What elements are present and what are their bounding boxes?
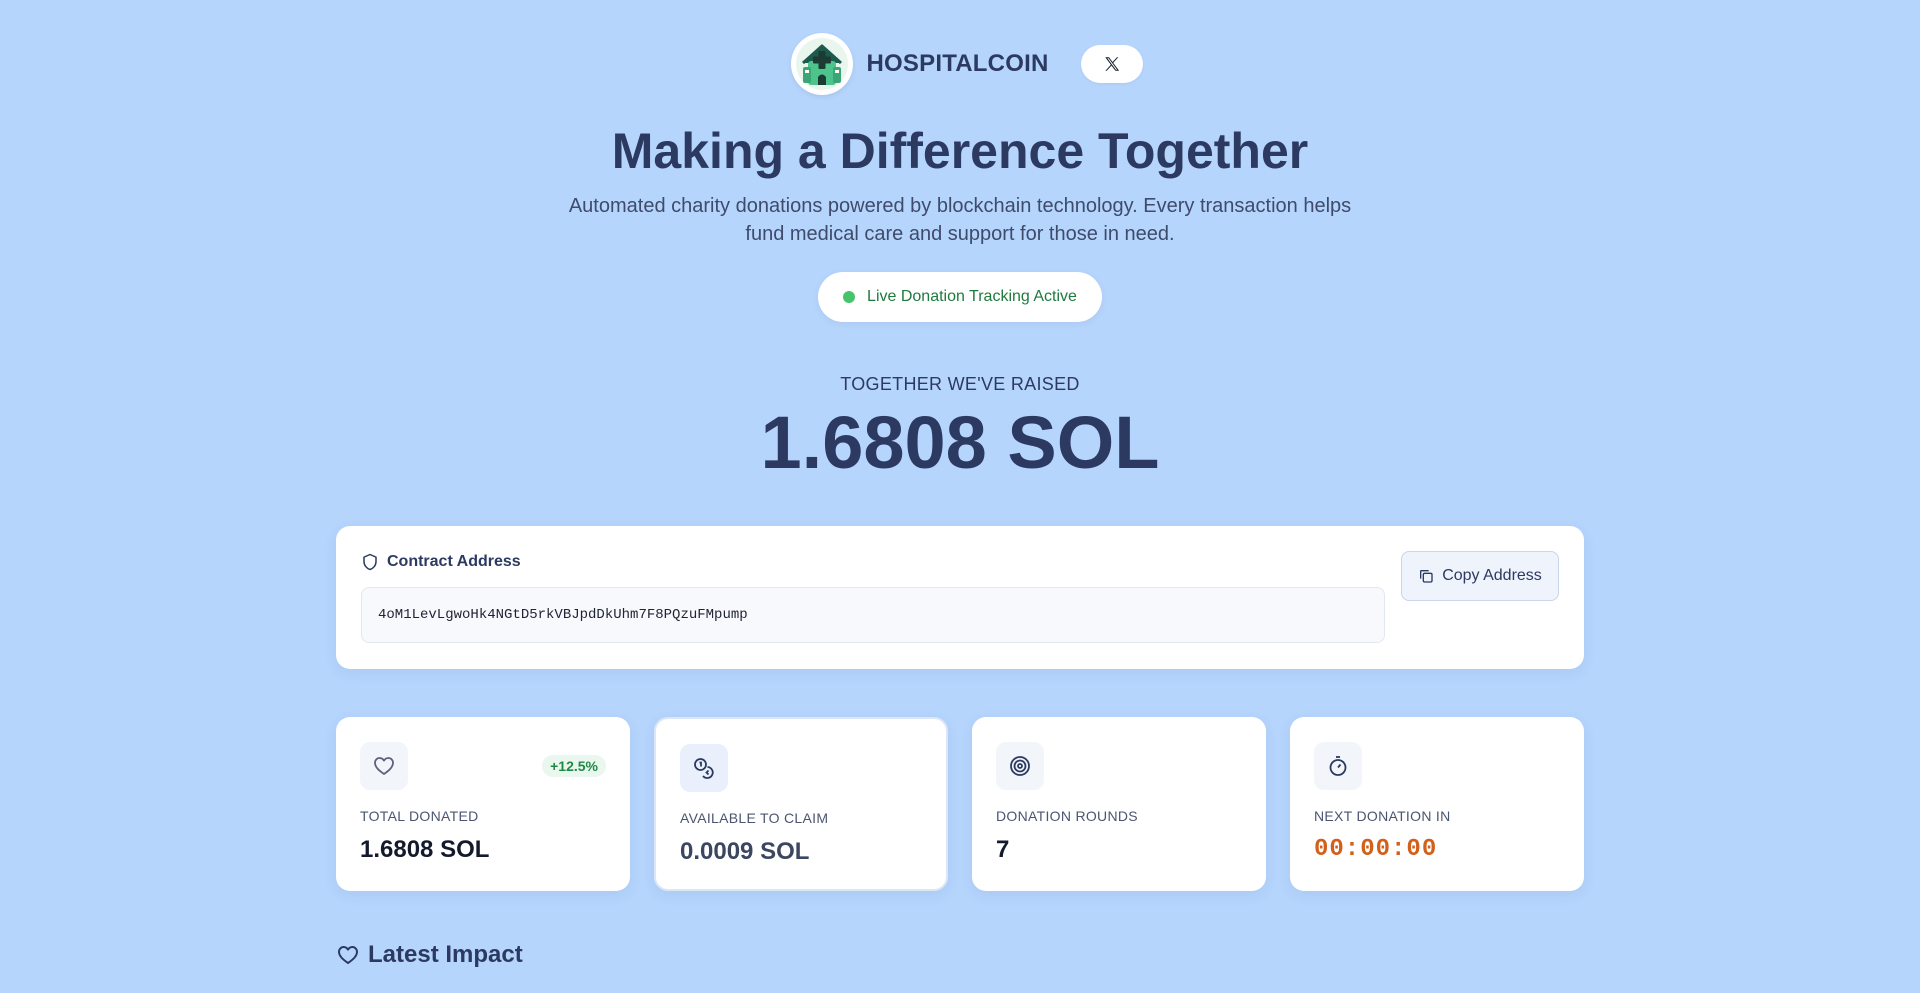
raised-label: TOGETHER WE'VE RAISED <box>840 374 1080 394</box>
copy-icon <box>1418 568 1434 584</box>
countdown-timer: 00:00:00 <box>1314 836 1438 863</box>
stat-label: AVAILABLE TO CLAIM <box>680 810 829 826</box>
stat-card-available-to-claim: AVAILABLE TO CLAIM 0.0009 SOL <box>654 717 948 891</box>
timer-icon <box>1314 742 1362 790</box>
contract-heading: Contract Address <box>361 553 521 571</box>
stat-value: 1.6808 SOL <box>360 836 490 863</box>
stat-label: DONATION ROUNDS <box>996 808 1138 824</box>
stat-card-next-donation: NEXT DONATION IN 00:00:00 <box>1290 717 1584 891</box>
contract-address-field[interactable]: 4oM1LevLgwoHk4NGtD5rkVBJpdDkUhm7F8PQzuFM… <box>361 587 1385 643</box>
live-status-text: Live Donation Tracking Active <box>867 288 1077 305</box>
x-logo-icon <box>1103 55 1121 73</box>
contract-heading-text: Contract Address <box>387 553 521 570</box>
stat-label: NEXT DONATION IN <box>1314 808 1451 824</box>
copy-address-label: Copy Address <box>1442 567 1542 584</box>
heart-icon <box>336 943 360 967</box>
stat-label: TOTAL DONATED <box>360 808 479 824</box>
stat-card-donation-rounds: DONATION ROUNDS 7 <box>972 717 1266 891</box>
hero-subtitle: Automated charity donations powered by b… <box>568 195 1352 245</box>
stat-card-total-donated: +12.5% TOTAL DONATED 1.6808 SOL <box>336 717 630 891</box>
growth-badge: +12.5% <box>542 755 606 777</box>
coins-icon <box>680 744 728 792</box>
shield-icon <box>361 553 379 571</box>
x-social-button[interactable] <box>1081 45 1144 83</box>
latest-impact-heading: Latest Impact <box>336 941 523 969</box>
site-header: HOSPITALCOIN <box>0 33 1920 95</box>
hospital-logo-icon[interactable] <box>790 33 853 95</box>
live-status-badge: Live Donation Tracking Active <box>818 272 1102 322</box>
live-dot-icon <box>843 291 856 303</box>
hero-title: Making a Difference Together <box>611 123 1309 179</box>
brand-name: HOSPITALCOIN <box>866 50 1049 77</box>
heart-icon <box>360 742 408 790</box>
latest-impact-text: Latest Impact <box>368 941 523 968</box>
stat-value: 0.0009 SOL <box>680 838 810 865</box>
raised-amount: 1.6808 SOL <box>760 401 1160 484</box>
contract-card: Contract Address 4oM1LevLgwoHk4NGtD5rkVB… <box>336 526 1584 669</box>
copy-address-button[interactable]: Copy Address <box>1401 551 1559 601</box>
target-icon <box>996 742 1044 790</box>
stat-value: 7 <box>996 836 1010 863</box>
